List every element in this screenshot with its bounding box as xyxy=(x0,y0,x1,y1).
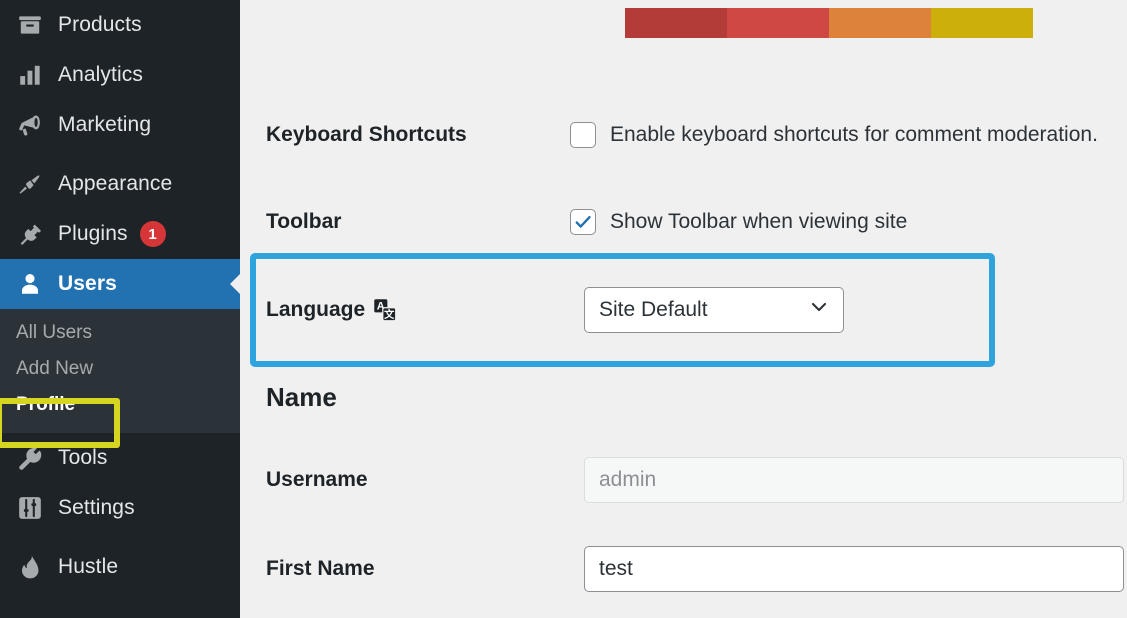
submenu-item-profile[interactable]: Profile xyxy=(0,387,240,423)
toolbar-label: Toolbar xyxy=(266,210,342,233)
username-control: admin xyxy=(584,457,1124,503)
sidebar-separator xyxy=(0,150,240,159)
submenu-item-all-users[interactable]: All Users xyxy=(0,315,240,351)
submenu-item-label: Profile xyxy=(16,394,76,415)
color-swatch-3 xyxy=(829,8,931,38)
keyboard-shortcuts-checkbox[interactable] xyxy=(570,122,596,148)
row-toolbar: Toolbar Show Toolbar when viewing site xyxy=(240,205,1127,239)
users-person-icon xyxy=(10,271,50,297)
chevron-down-icon xyxy=(809,297,829,323)
toolbar-control: Show Toolbar when viewing site xyxy=(570,209,907,235)
profile-settings-content: Keyboard Shortcuts Enable keyboard short… xyxy=(240,0,1127,618)
wordpress-admin-screen: Products Analytics Marketing Appearance xyxy=(0,0,1127,618)
keyboard-shortcuts-control: Enable keyboard shortcuts for comment mo… xyxy=(570,122,1098,148)
sidebar-item-products[interactable]: Products xyxy=(0,0,240,50)
sidebar-item-label: Settings xyxy=(58,496,135,519)
appearance-brush-icon xyxy=(10,171,50,197)
marketing-megaphone-icon xyxy=(10,112,50,138)
sidebar-item-label: Users xyxy=(58,272,117,295)
language-control: Site Default xyxy=(584,287,844,333)
toolbar-checkbox-checked[interactable] xyxy=(570,209,596,235)
color-swatch-4 xyxy=(931,8,1033,38)
sidebar-item-label: Hustle xyxy=(58,555,119,578)
language-select-value: Site Default xyxy=(599,298,708,321)
name-section-heading: Name xyxy=(266,382,337,412)
sidebar-item-label: Marketing xyxy=(58,113,152,136)
first-name-control: test xyxy=(584,546,1124,592)
keyboard-shortcuts-checkbox-wrap[interactable]: Enable keyboard shortcuts for comment mo… xyxy=(570,122,1098,148)
plugins-plug-icon xyxy=(10,221,50,247)
row-keyboard-shortcuts: Keyboard Shortcuts Enable keyboard short… xyxy=(240,118,1127,152)
sidebar-item-tools[interactable]: Tools xyxy=(0,433,240,483)
row-language: Language A 文 Site Default xyxy=(240,287,1127,333)
svg-text:文: 文 xyxy=(383,308,395,321)
tools-wrench-icon xyxy=(10,445,50,471)
analytics-bars-icon xyxy=(10,62,50,88)
language-label: Language A 文 xyxy=(240,298,570,323)
sidebar-item-label: Analytics xyxy=(58,63,143,86)
products-box-icon xyxy=(10,12,50,38)
language-label-text: Language xyxy=(266,298,366,321)
color-swatch-2 xyxy=(727,8,829,38)
settings-sliders-icon xyxy=(10,495,50,521)
toolbar-checkbox-label: Show Toolbar when viewing site xyxy=(610,210,908,233)
submenu-item-label: All Users xyxy=(16,322,93,343)
hustle-flame-icon xyxy=(10,554,50,580)
toolbar-checkbox-wrap[interactable]: Show Toolbar when viewing site xyxy=(570,209,907,235)
submenu-item-label: Add New xyxy=(16,358,94,379)
sidebar-item-analytics[interactable]: Analytics xyxy=(0,50,240,100)
sidebar-item-label: Tools xyxy=(58,446,108,469)
language-select[interactable]: Site Default xyxy=(584,287,844,333)
plugins-update-badge: 1 xyxy=(139,221,166,247)
sidebar-item-marketing[interactable]: Marketing xyxy=(0,100,240,150)
sidebar-item-label: Products xyxy=(58,13,142,36)
sidebar-item-appearance[interactable]: Appearance xyxy=(0,159,240,209)
sidebar-item-label: Plugins xyxy=(58,222,128,245)
sidebar-item-plugins[interactable]: Plugins 1 xyxy=(0,209,240,259)
row-username: Username admin xyxy=(240,457,1127,503)
keyboard-shortcuts-label: Keyboard Shortcuts xyxy=(266,123,467,146)
sidebar-separator-2 xyxy=(0,533,240,542)
first-name-label: First Name xyxy=(266,557,375,580)
username-label: Username xyxy=(266,468,368,491)
color-swatch-1 xyxy=(625,8,727,38)
translate-icon: A 文 xyxy=(373,298,398,323)
admin-color-scheme-swatches[interactable] xyxy=(625,8,1033,38)
submenu-item-add-new[interactable]: Add New xyxy=(0,351,240,387)
row-first-name: First Name test xyxy=(240,546,1127,592)
admin-sidebar-menu: Products Analytics Marketing Appearance xyxy=(0,0,240,618)
sidebar-item-settings[interactable]: Settings xyxy=(0,483,240,533)
active-menu-notch xyxy=(230,274,240,294)
sidebar-item-label: Appearance xyxy=(58,172,173,195)
sidebar-item-hustle[interactable]: Hustle xyxy=(0,542,240,592)
keyboard-shortcuts-checkbox-label: Enable keyboard shortcuts for comment mo… xyxy=(610,123,1098,146)
users-submenu: All Users Add New Profile xyxy=(0,309,240,433)
sidebar-item-users[interactable]: Users xyxy=(0,259,240,309)
first-name-input[interactable]: test xyxy=(584,546,1124,592)
username-input: admin xyxy=(584,457,1124,503)
